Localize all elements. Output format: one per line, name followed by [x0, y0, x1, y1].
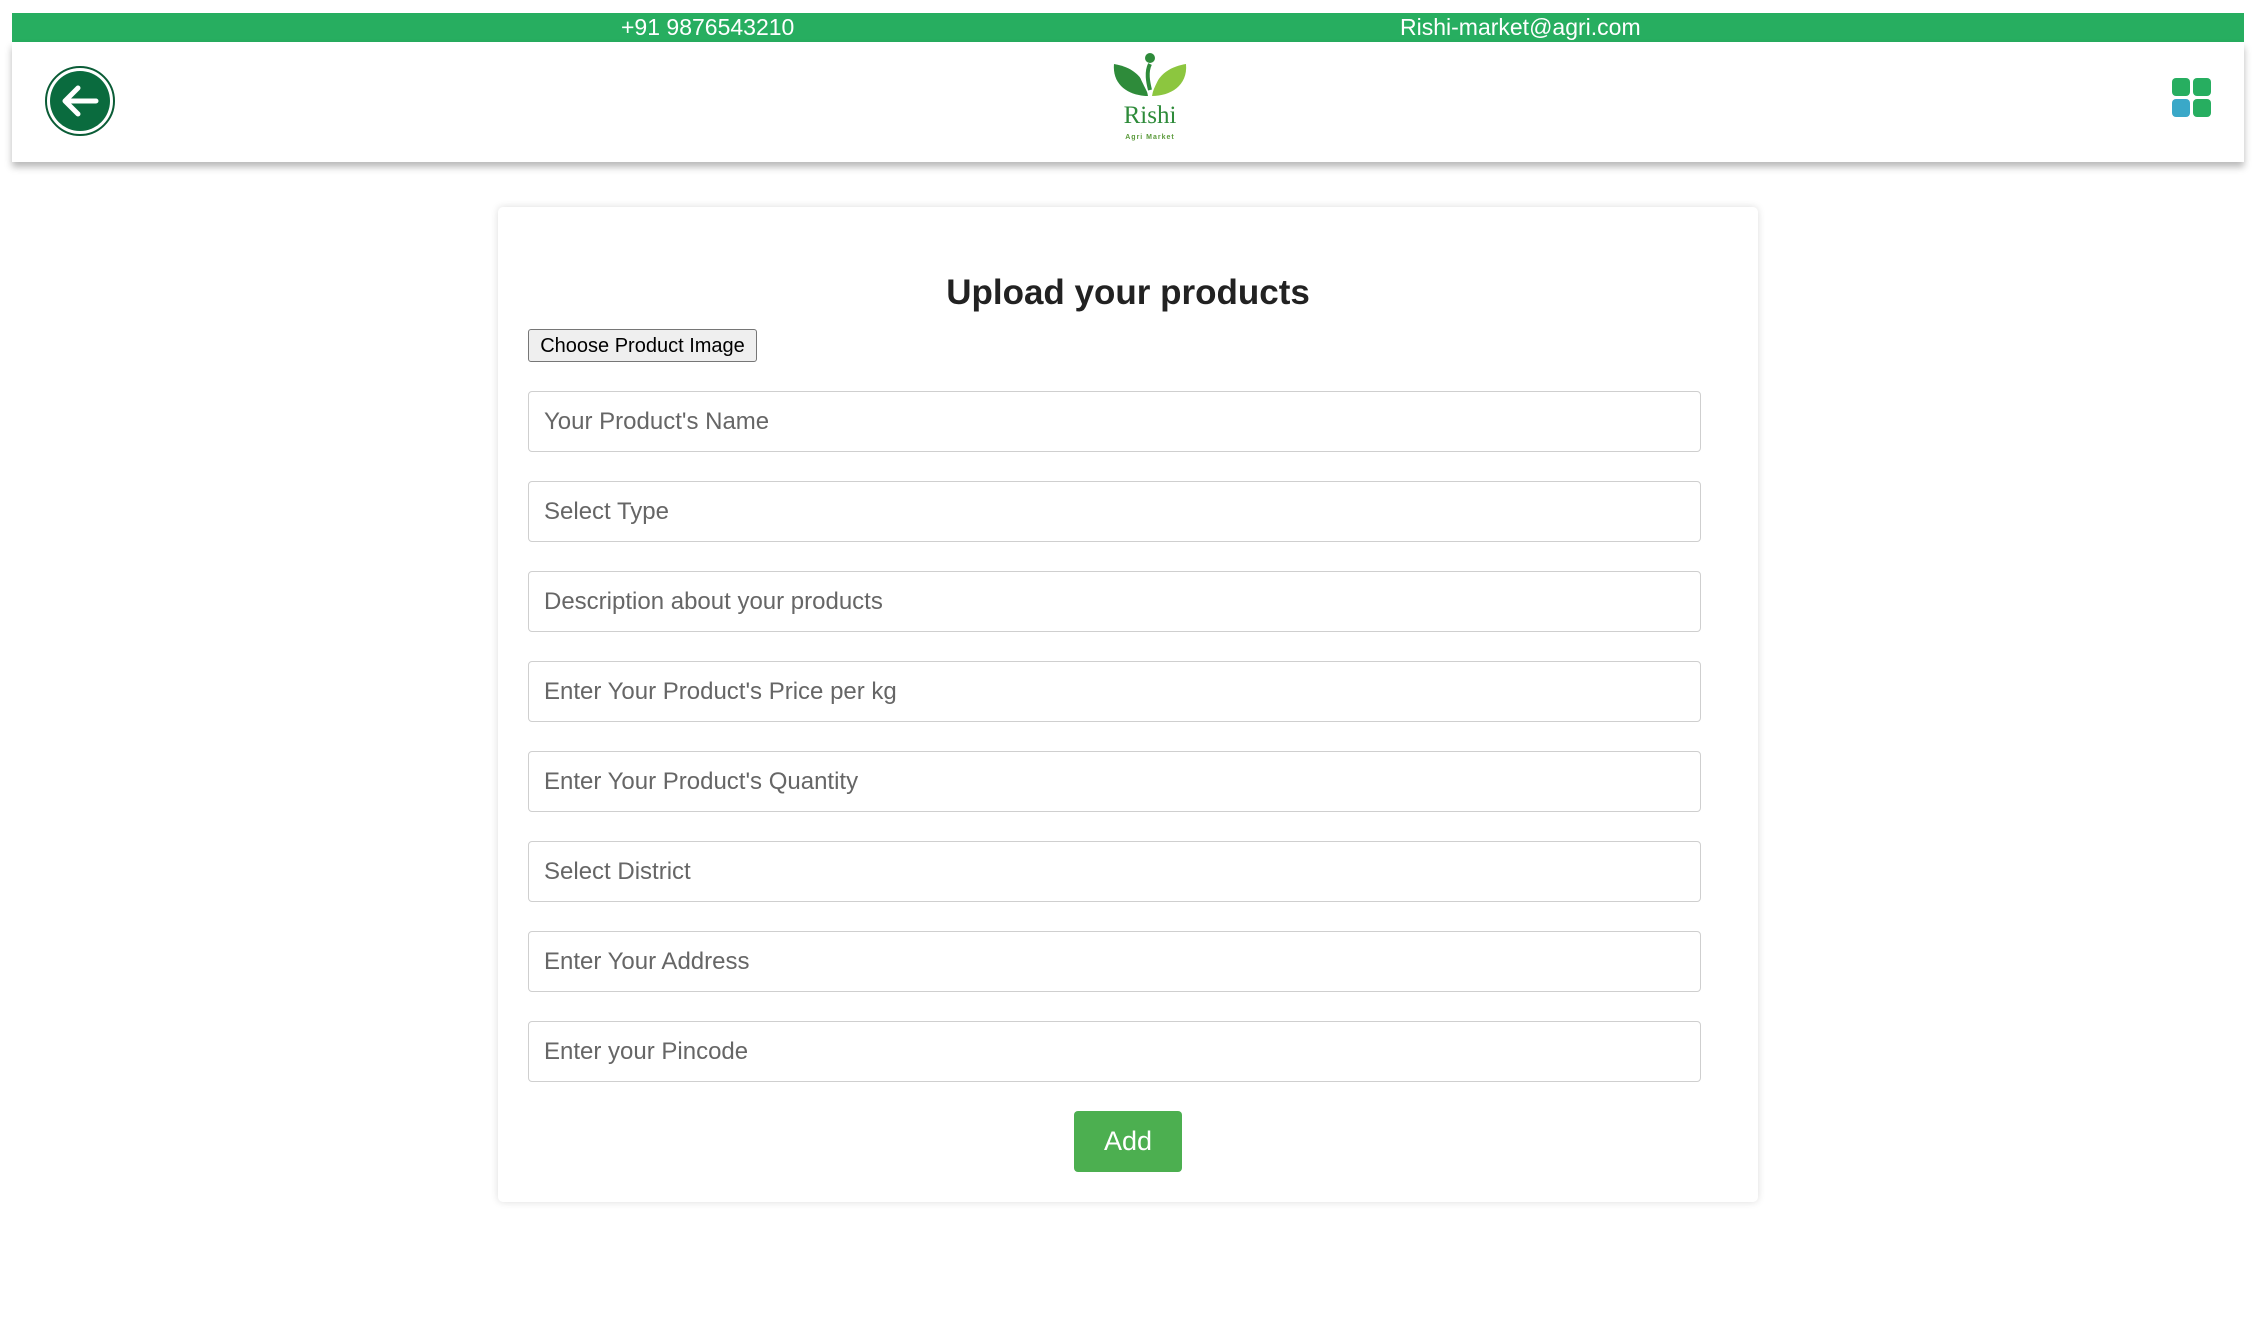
logo-tagline: Agri Market — [1125, 134, 1175, 141]
district-select[interactable] — [528, 841, 1701, 902]
product-name-input[interactable] — [528, 391, 1701, 452]
brand-logo[interactable]: Rishi Agri Market — [1100, 50, 1200, 154]
contact-phone: +91 9876543210 — [621, 14, 795, 40]
contact-email: Rishi-market@agri.com — [1400, 14, 1641, 40]
choose-image-button[interactable]: Choose Product Image — [528, 329, 757, 362]
upload-form-card: Upload your products Choose Product Imag… — [498, 207, 1758, 1202]
contact-bar: +91 9876543210 Rishi-market@agri.com — [12, 13, 2244, 42]
form-title: Upload your products — [946, 273, 1310, 312]
leaf-logo-icon — [1113, 53, 1187, 97]
price-input[interactable] — [528, 661, 1701, 722]
back-button[interactable] — [44, 65, 116, 137]
address-input[interactable] — [528, 931, 1701, 992]
header-nav: Rishi Agri Market — [12, 42, 2244, 162]
pincode-input[interactable] — [528, 1021, 1701, 1082]
add-button[interactable]: Add — [1074, 1111, 1182, 1172]
product-type-select[interactable] — [528, 481, 1701, 542]
grid-menu-icon — [2172, 78, 2214, 120]
description-input[interactable] — [528, 571, 1701, 632]
menu-button[interactable] — [2172, 78, 2214, 120]
arrow-left-circle-icon — [45, 66, 115, 136]
quantity-input[interactable] — [528, 751, 1701, 812]
logo-name: Rishi — [1123, 102, 1177, 129]
